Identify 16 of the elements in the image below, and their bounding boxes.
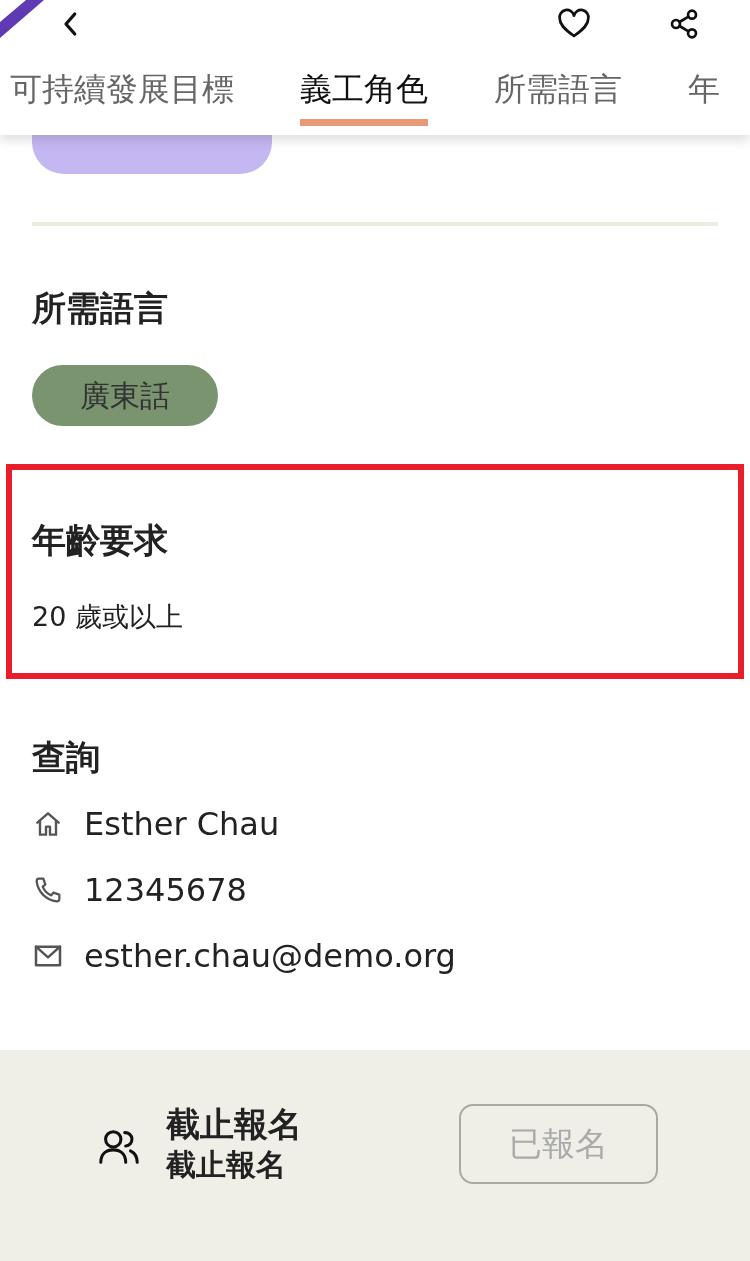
status-subtitle: 截止報名 xyxy=(166,1145,287,1184)
share-icon[interactable] xyxy=(668,8,700,40)
tab[interactable]: 可持續發展目標 xyxy=(10,72,234,127)
contact-text[interactable]: 12345678 xyxy=(84,865,247,914)
contact-text[interactable]: esther.chau@demo.org xyxy=(84,931,456,980)
tab[interactable]: 年 xyxy=(688,72,720,127)
tab[interactable]: 所需語言 xyxy=(494,72,622,127)
age-requirement-text: 20 歲或以上 xyxy=(32,599,184,634)
tab[interactable]: 義工角色 xyxy=(300,72,428,127)
section-heading: 所需語言 xyxy=(32,288,169,329)
section-heading: 查詢 xyxy=(32,737,101,778)
status-title: 截止報名 xyxy=(166,1104,303,1145)
section-heading: 年齡要求 xyxy=(32,519,169,561)
language-chip: 廣東話 xyxy=(32,364,218,426)
contact-text: Esther Chau xyxy=(84,803,280,845)
corner-ribbon xyxy=(0,0,44,38)
